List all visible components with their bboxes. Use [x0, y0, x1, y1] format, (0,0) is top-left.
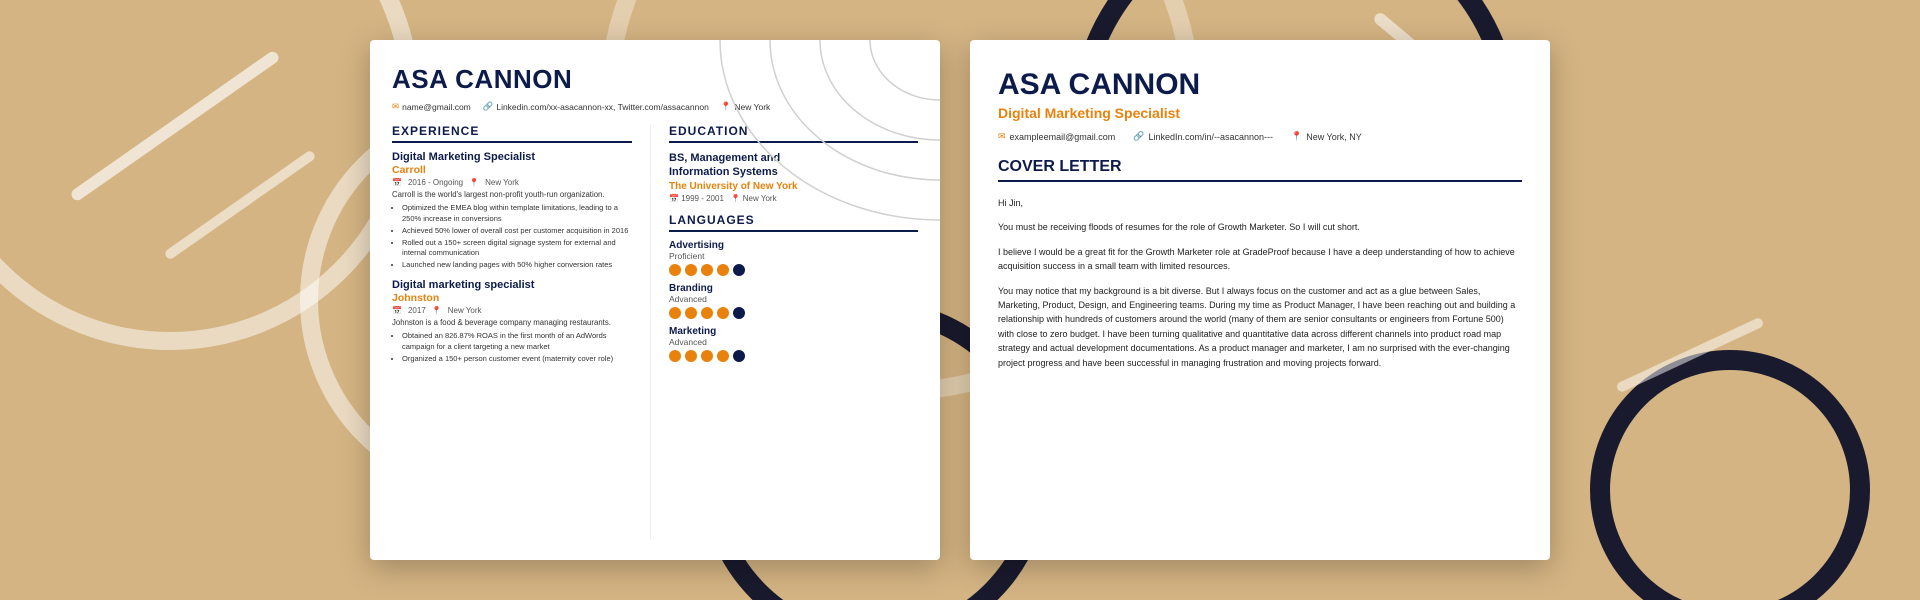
cover-link-icon: 🔗: [1133, 131, 1144, 142]
resume-linkedin-text: Linkedin.com/xx-asacannon-xx, Twitter.co…: [496, 102, 708, 112]
cover-name: ASA CANNON: [998, 68, 1522, 102]
job-2-desc: Johnston is a food & beverage company ma…: [392, 318, 632, 329]
location-icon: 📍: [721, 101, 732, 112]
cover-email-icon: ✉: [998, 131, 1006, 142]
cover-body: Hi Jin, You must be receiving floods of …: [998, 196, 1522, 370]
job-1-bullet-2: Achieved 50% lower of overall cost per c…: [402, 226, 632, 237]
edu-dates: 1999 - 2001: [681, 194, 724, 203]
job-2-bullet-2: Organized a 150+ person customer event (…: [402, 354, 632, 365]
resume-email: ✉ name@gmail.com: [392, 101, 471, 112]
dot-b4: [717, 307, 729, 319]
lang-marketing: Marketing Advanced: [669, 326, 918, 362]
resume-right-column: EDUCATION BS, Management andInformation …: [650, 124, 918, 540]
job-2-meta: 📅 2017 📍 New York: [392, 306, 632, 315]
resume-card: ASA CANNON ✉ name@gmail.com 🔗 Linkedin.c…: [370, 40, 940, 560]
education-title: EDUCATION: [669, 124, 918, 143]
dot-b5: [733, 307, 745, 319]
lang-branding: Branding Advanced: [669, 283, 918, 319]
job-1-company: Carroll: [392, 164, 632, 176]
cover-letter-card: ASA CANNON Digital Marketing Specialist …: [970, 40, 1550, 560]
cover-para-2: I believe I would be a great fit for the…: [998, 245, 1522, 274]
job-2-company: Johnston: [392, 292, 632, 304]
lang-advertising: Advertising Proficient: [669, 240, 918, 276]
job-2-location: New York: [448, 306, 482, 315]
cover-para-3: You may notice that my background is a b…: [998, 284, 1522, 370]
job-1-title: Digital Marketing Specialist: [392, 151, 632, 163]
resume-location: 📍 New York: [721, 101, 771, 112]
lang-branding-name: Branding: [669, 283, 918, 294]
edu-location: New York: [743, 194, 777, 203]
resume-contact: ✉ name@gmail.com 🔗 Linkedin.com/xx-asaca…: [392, 101, 918, 112]
dot-m3: [701, 350, 713, 362]
dot-2: [685, 264, 697, 276]
calendar-icon-1: 📅: [392, 178, 402, 187]
cover-contact: ✉ exampleemail@gmail.com 🔗 LinkedIn.com/…: [998, 131, 1522, 142]
cover-email: ✉ exampleemail@gmail.com: [998, 131, 1115, 142]
job-2-dates: 2017: [408, 306, 426, 315]
edu-school: The University of New York: [669, 181, 918, 192]
lang-marketing-name: Marketing: [669, 326, 918, 337]
dot-m1: [669, 350, 681, 362]
lang-advertising-level: Proficient: [669, 251, 918, 261]
resume-linkedin: 🔗 Linkedin.com/xx-asacannon-xx, Twitter.…: [483, 101, 709, 112]
link-icon: 🔗: [483, 101, 494, 112]
cover-email-text: exampleemail@gmail.com: [1010, 132, 1116, 142]
lang-marketing-dots: [669, 350, 918, 362]
dot-m4: [717, 350, 729, 362]
job-1: Digital Marketing Specialist Carroll 📅 2…: [392, 151, 632, 271]
job-1-desc: Carroll is the world's largest non-profi…: [392, 190, 632, 201]
job-1-bullets: Optimized the EMEA blog within template …: [392, 203, 632, 271]
job-2: Digital marketing specialist Johnston 📅 …: [392, 279, 632, 365]
dot-3: [701, 264, 713, 276]
cover-subtitle: Digital Marketing Specialist: [998, 105, 1522, 121]
dot-5: [733, 264, 745, 276]
resume-name: ASA CANNON: [392, 64, 918, 95]
cover-para-1: You must be receiving floods of resumes …: [998, 220, 1522, 234]
dot-m2: [685, 350, 697, 362]
job-1-location: New York: [485, 178, 519, 187]
location-icon-edu: 📍: [731, 194, 741, 203]
cover-greeting: Hi Jin,: [998, 196, 1522, 210]
location-icon-2: 📍: [432, 306, 442, 315]
dot-4: [717, 264, 729, 276]
job-1-bullet-1: Optimized the EMEA blog within template …: [402, 203, 632, 225]
email-icon: ✉: [392, 101, 399, 112]
dot-1: [669, 264, 681, 276]
job-2-bullets: Obtained an 826.87% ROAS in the first mo…: [392, 331, 632, 365]
dot-b2: [685, 307, 697, 319]
cover-section-title: COVER LETTER: [998, 158, 1522, 182]
job-1-dates: 2016 - Ongoing: [408, 178, 463, 187]
edu-meta: 📅 1999 - 2001 📍 New York: [669, 194, 918, 203]
job-1-meta: 📅 2016 - Ongoing 📍 New York: [392, 178, 632, 187]
education-block: BS, Management andInformation Systems Th…: [669, 151, 918, 203]
main-layout: ASA CANNON ✉ name@gmail.com 🔗 Linkedin.c…: [0, 0, 1920, 600]
lang-marketing-level: Advanced: [669, 337, 918, 347]
cover-loc-icon: 📍: [1291, 131, 1302, 142]
dot-m5: [733, 350, 745, 362]
cover-linkedin: 🔗 LinkedIn.com/in/--asacannon---: [1133, 131, 1273, 142]
job-2-title: Digital marketing specialist: [392, 279, 632, 291]
job-1-bullet-3: Rolled out a 150+ screen digital signage…: [402, 238, 632, 260]
calendar-icon-2: 📅: [392, 306, 402, 315]
cover-linkedin-text: LinkedIn.com/in/--asacannon---: [1148, 132, 1273, 142]
dot-b1: [669, 307, 681, 319]
lang-advertising-dots: [669, 264, 918, 276]
dot-b3: [701, 307, 713, 319]
experience-title: EXPERIENCE: [392, 124, 632, 143]
cover-location-text: New York, NY: [1306, 132, 1362, 142]
job-2-bullet-1: Obtained an 826.87% ROAS in the first mo…: [402, 331, 632, 353]
resume-email-text: name@gmail.com: [402, 102, 471, 112]
resume-left-column: EXPERIENCE Digital Marketing Specialist …: [392, 124, 632, 540]
lang-branding-level: Advanced: [669, 294, 918, 304]
edu-degree: BS, Management andInformation Systems: [669, 151, 918, 180]
lang-branding-dots: [669, 307, 918, 319]
cover-location: 📍 New York, NY: [1291, 131, 1362, 142]
location-icon-1: 📍: [469, 178, 479, 187]
calendar-icon-edu: 📅: [669, 194, 679, 203]
job-1-bullet-4: Launched new landing pages with 50% high…: [402, 260, 632, 271]
languages-title: LANGUAGES: [669, 213, 918, 232]
lang-advertising-name: Advertising: [669, 240, 918, 251]
resume-location-text: New York: [734, 102, 770, 112]
